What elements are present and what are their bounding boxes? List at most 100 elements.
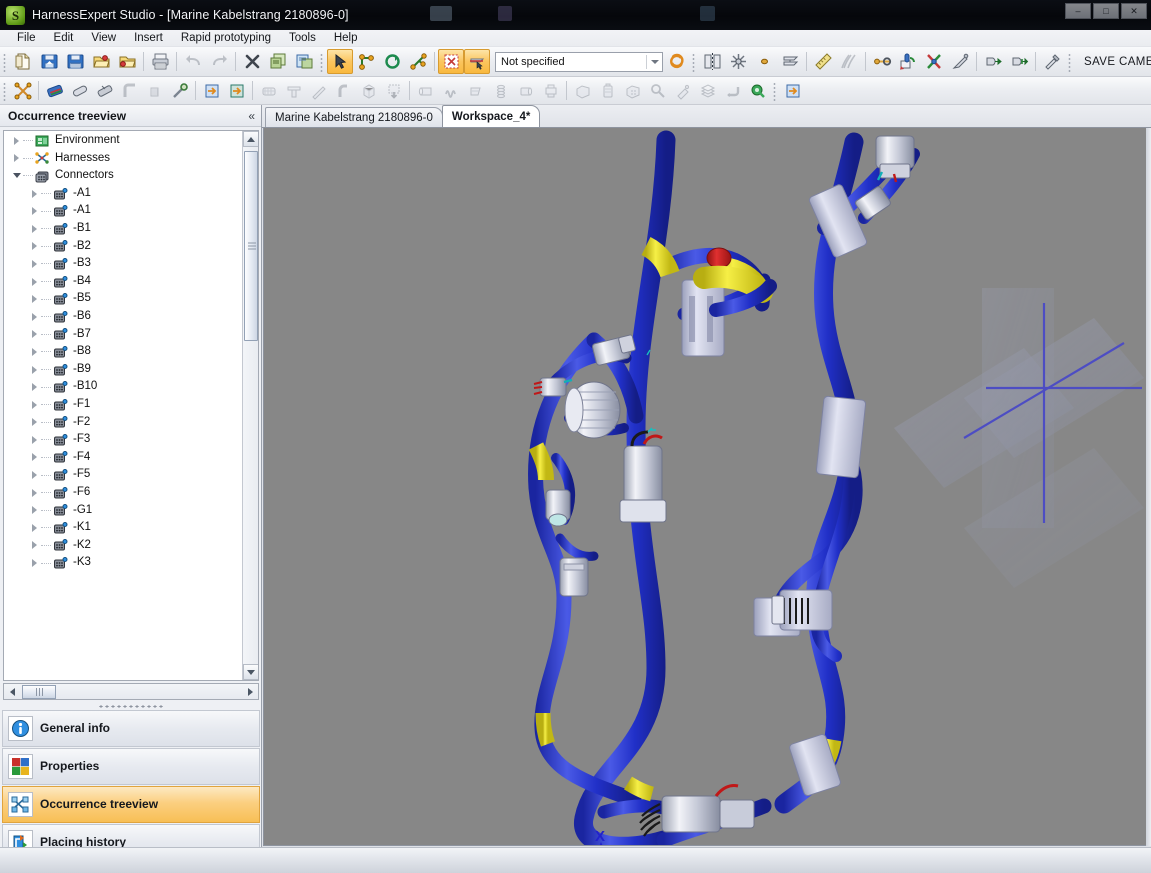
bellows-button[interactable] bbox=[488, 79, 513, 102]
scroll-thumb[interactable] bbox=[244, 151, 258, 341]
tree-item-f3[interactable]: -F3 bbox=[4, 431, 241, 449]
open-document-button[interactable] bbox=[88, 49, 114, 74]
crossing-button[interactable] bbox=[921, 49, 947, 74]
tree-item-a1[interactable]: -A1 bbox=[4, 185, 241, 203]
tree-item-b9[interactable]: -B9 bbox=[4, 361, 241, 379]
tree-item-b10[interactable]: -B10 bbox=[4, 378, 241, 396]
new-document-button[interactable] bbox=[10, 49, 36, 74]
tool-probe-button[interactable] bbox=[947, 49, 973, 74]
toolbar-grip[interactable] bbox=[1, 52, 8, 72]
tree-item-f4[interactable]: -F4 bbox=[4, 449, 241, 467]
toolbar-grip[interactable] bbox=[690, 52, 697, 72]
tree-item-k1[interactable]: -K1 bbox=[4, 519, 241, 537]
length-button[interactable] bbox=[869, 49, 895, 74]
scroll-down-button[interactable] bbox=[243, 664, 259, 680]
close-button[interactable]: ✕ bbox=[1121, 3, 1147, 19]
layers-button[interactable] bbox=[695, 79, 720, 102]
expand-twisty-icon[interactable] bbox=[28, 436, 41, 444]
scroll-up-button[interactable] bbox=[243, 131, 259, 147]
toolbar-grip[interactable] bbox=[771, 81, 778, 101]
menu-file[interactable]: File bbox=[8, 31, 45, 45]
corrugated-button[interactable] bbox=[142, 79, 167, 102]
occurrence-tree[interactable]: EnvironmentHarnessesConnectors-A1-A1-B1-… bbox=[3, 130, 259, 681]
expand-twisty-icon[interactable] bbox=[28, 348, 41, 356]
bundle-button[interactable] bbox=[836, 49, 862, 74]
measure-button[interactable] bbox=[810, 49, 836, 74]
cylinder-button[interactable] bbox=[413, 79, 438, 102]
scroll-left-button[interactable] bbox=[4, 684, 20, 699]
pick-filter-button[interactable] bbox=[464, 49, 490, 74]
menu-help[interactable]: Help bbox=[325, 31, 367, 45]
drop-part-button[interactable] bbox=[381, 79, 406, 102]
tree-item-connectors[interactable]: Connectors bbox=[4, 167, 241, 185]
expand-twisty-icon[interactable] bbox=[10, 154, 23, 162]
tree-item-harnesses[interactable]: Harnesses bbox=[4, 150, 241, 168]
export-part-button[interactable] bbox=[224, 79, 249, 102]
menu-rapid-prototyping[interactable]: Rapid prototyping bbox=[172, 31, 280, 45]
connector-in-button[interactable] bbox=[980, 49, 1006, 74]
refresh-button[interactable] bbox=[663, 49, 689, 74]
toolbar-grip[interactable] bbox=[1, 81, 8, 101]
cap-button[interactable] bbox=[281, 79, 306, 102]
branch-tool-button[interactable] bbox=[405, 49, 431, 74]
save-camera-hoops-label[interactable]: SAVE CAMERA HOOPS bbox=[1080, 56, 1151, 68]
tree-item-k3[interactable]: -K3 bbox=[4, 554, 241, 572]
tree-item-b3[interactable]: -B3 bbox=[4, 255, 241, 273]
tree-item-a1[interactable]: -A1 bbox=[4, 202, 241, 220]
tree-item-k2[interactable]: -K2 bbox=[4, 537, 241, 555]
redo-button[interactable] bbox=[206, 49, 232, 74]
panel-button-occurrence-treeview[interactable]: Occurrence treeview bbox=[2, 786, 260, 823]
panel-button-general-info[interactable]: General info bbox=[2, 710, 260, 747]
shear-button[interactable] bbox=[720, 79, 745, 102]
explode-button[interactable] bbox=[725, 49, 751, 74]
expand-twisty-icon[interactable] bbox=[28, 190, 41, 198]
expand-twisty-icon[interactable] bbox=[28, 489, 41, 497]
collapse-twisty-icon[interactable] bbox=[10, 173, 23, 178]
expand-twisty-icon[interactable] bbox=[28, 330, 41, 338]
panel-splitter[interactable] bbox=[3, 702, 259, 710]
corner-button[interactable] bbox=[117, 79, 142, 102]
tree-item-b5[interactable]: -B5 bbox=[4, 290, 241, 308]
cross-route-button[interactable] bbox=[10, 79, 35, 102]
pin-assign-button[interactable] bbox=[895, 49, 921, 74]
collapse-panel-icon[interactable]: « bbox=[248, 109, 255, 123]
viewport-right-scrollbar[interactable] bbox=[1146, 128, 1151, 846]
grommet-button[interactable] bbox=[167, 79, 192, 102]
expand-twisty-icon[interactable] bbox=[28, 401, 41, 409]
import-part-button[interactable] bbox=[199, 79, 224, 102]
tab-workspace-4[interactable]: Workspace_4* bbox=[442, 105, 540, 127]
mesh-button[interactable] bbox=[256, 79, 281, 102]
probe-small-button[interactable] bbox=[670, 79, 695, 102]
rotate-tool-button[interactable] bbox=[379, 49, 405, 74]
expand-twisty-icon[interactable] bbox=[28, 207, 41, 215]
3d-viewport[interactable]: X Y Z bbox=[263, 128, 1149, 846]
open-recent-button[interactable] bbox=[114, 49, 140, 74]
maximize-button[interactable]: □ bbox=[1093, 3, 1119, 19]
select-tool-button[interactable] bbox=[327, 49, 353, 74]
expand-twisty-icon[interactable] bbox=[28, 366, 41, 374]
green-tool-button[interactable] bbox=[745, 79, 770, 102]
mirror-button[interactable] bbox=[699, 49, 725, 74]
select-rectangle-button[interactable] bbox=[438, 49, 464, 74]
tree-vertical-scrollbar[interactable] bbox=[242, 131, 258, 680]
expand-twisty-icon[interactable] bbox=[28, 225, 41, 233]
expand-twisty-icon[interactable] bbox=[28, 541, 41, 549]
tree-item-f1[interactable]: -F1 bbox=[4, 396, 241, 414]
hscroll-thumb[interactable] bbox=[22, 685, 56, 699]
menu-edit[interactable]: Edit bbox=[45, 31, 83, 45]
print-button[interactable] bbox=[147, 49, 173, 74]
clip-button[interactable] bbox=[463, 79, 488, 102]
undo-button[interactable] bbox=[180, 49, 206, 74]
expand-twisty-icon[interactable] bbox=[28, 313, 41, 321]
tree-item-b6[interactable]: -B6 bbox=[4, 308, 241, 326]
expand-twisty-icon[interactable] bbox=[28, 383, 41, 391]
menu-tools[interactable]: Tools bbox=[280, 31, 325, 45]
tube-button[interactable] bbox=[67, 79, 92, 102]
menu-view[interactable]: View bbox=[82, 31, 125, 45]
save-all-button[interactable] bbox=[62, 49, 88, 74]
tree-item-b1[interactable]: -B1 bbox=[4, 220, 241, 238]
tree-item-g1[interactable]: -G1 bbox=[4, 501, 241, 519]
box-part-button[interactable] bbox=[356, 79, 381, 102]
flatten-button[interactable] bbox=[777, 49, 803, 74]
toolbar-grip[interactable] bbox=[318, 52, 325, 72]
